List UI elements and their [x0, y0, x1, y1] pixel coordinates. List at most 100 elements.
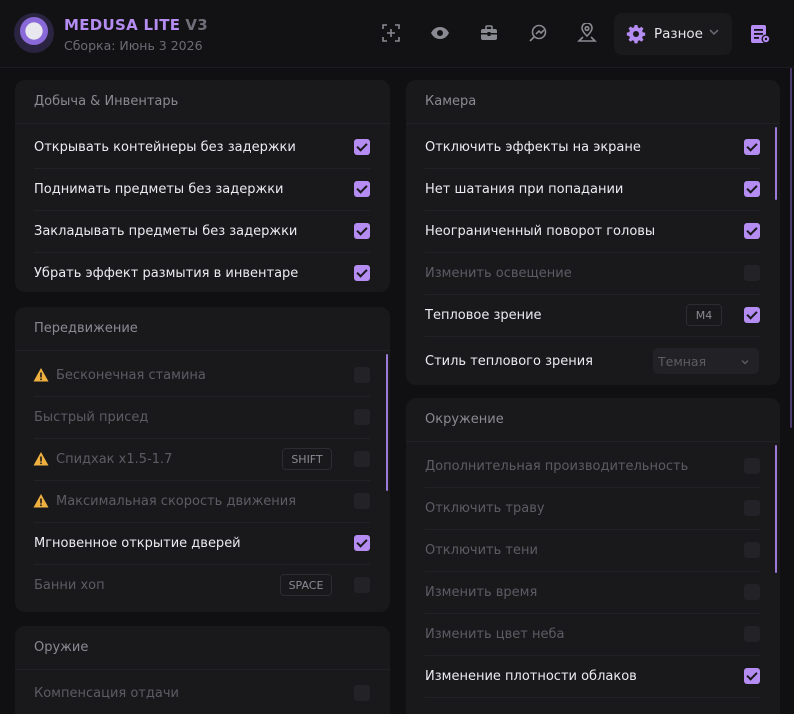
- list-item: Изменение плотности облаков: [406, 655, 780, 697]
- list-item: Бесконечная стамина: [15, 354, 390, 396]
- toolbox-icon[interactable]: [477, 21, 501, 45]
- option-label: Закладывать предметы без задержки: [34, 223, 298, 239]
- panel-scrollbar[interactable]: [775, 445, 777, 573]
- select-value: Темная: [658, 353, 707, 369]
- app-version: V3: [185, 16, 209, 34]
- settings-list-icon[interactable]: [748, 22, 772, 46]
- checkbox[interactable]: [744, 139, 760, 155]
- checkbox[interactable]: [354, 223, 370, 239]
- list-item: Мгновенное открытие дверей: [15, 522, 390, 564]
- checkbox[interactable]: [354, 181, 370, 197]
- checkbox[interactable]: [744, 307, 760, 323]
- option-label: Неограниченный поворот головы: [425, 223, 656, 239]
- list-item: Компенсация отдачи: [15, 672, 390, 714]
- radar-icon[interactable]: [526, 21, 550, 45]
- option-label: Нет шатания при попадании: [425, 181, 624, 197]
- option-label: Стиль теплового зрения: [425, 353, 593, 369]
- checkbox[interactable]: [354, 367, 370, 383]
- keybind-button[interactable]: SPACE: [280, 574, 332, 596]
- option-label: Бесконечная стамина: [56, 367, 206, 383]
- checkbox[interactable]: [744, 265, 760, 281]
- option-label: Отключить траву: [425, 500, 545, 516]
- gear-icon: [626, 25, 646, 44]
- list-item: Стиль теплового зрения Темная: [406, 340, 780, 382]
- checkbox[interactable]: [354, 451, 370, 467]
- list-item: Максимальная скорость движения: [15, 480, 390, 522]
- camera-panel-title: Камера: [406, 80, 780, 124]
- build-date: Сборка: Июнь 3 2026: [64, 38, 203, 53]
- checkbox[interactable]: [354, 139, 370, 155]
- app-name: MEDUSA LITE: [64, 16, 181, 34]
- movement-panel: Передвижение Бесконечная стамина Быстрый…: [15, 307, 390, 612]
- list-item: Неограниченный поворот головы: [406, 210, 780, 252]
- option-label: Быстрый присед: [34, 409, 149, 425]
- option-label: Компенсация отдачи: [34, 685, 179, 701]
- option-label: Изменение плотности облаков: [425, 668, 637, 684]
- camera-panel: Камера Отключить эффекты на экране Нет ш…: [406, 80, 780, 385]
- option-label: Спидхак x1.5-1.7: [56, 451, 173, 467]
- checkbox[interactable]: [744, 626, 760, 642]
- weapon-panel-title: Оружие: [15, 626, 390, 670]
- list-item: Нет шатания при попадании: [406, 168, 780, 210]
- list-item: Изменить цвет неба: [406, 613, 780, 655]
- misc-dropdown[interactable]: Разное: [614, 13, 732, 55]
- checkbox[interactable]: [744, 500, 760, 516]
- option-label: Максимальная скорость движения: [56, 493, 297, 509]
- checkbox[interactable]: [354, 535, 370, 551]
- option-label: Тепловое зрение: [425, 307, 542, 323]
- panel-scrollbar[interactable]: [775, 127, 777, 200]
- crosshair-icon[interactable]: [379, 21, 403, 45]
- option-label: Поднимать предметы без задержки: [34, 181, 284, 197]
- thermal-style-select[interactable]: Темная: [653, 348, 759, 374]
- divider: [425, 336, 760, 337]
- chevron-down-icon: [741, 360, 749, 365]
- list-item: Закладывать предметы без задержки: [15, 210, 390, 252]
- checkbox[interactable]: [354, 577, 370, 593]
- app-title: MEDUSA LITE V3: [64, 16, 208, 34]
- checkbox[interactable]: [354, 409, 370, 425]
- option-label: Банни хоп: [34, 577, 105, 593]
- eye-icon[interactable]: [428, 21, 452, 45]
- list-item: Быстрый присед: [15, 396, 390, 438]
- checkbox[interactable]: [744, 458, 760, 474]
- environment-panel-title: Окружение: [406, 398, 780, 442]
- list-item: Дополнительная производительность: [406, 445, 780, 487]
- map-pin-icon[interactable]: [575, 21, 599, 45]
- list-item: Поднимать предметы без задержки: [15, 168, 390, 210]
- list-item: Убрать эффект размытия в инвентаре: [15, 252, 390, 294]
- checkbox[interactable]: [744, 542, 760, 558]
- list-item: Тепловое зрение M4: [406, 294, 780, 336]
- option-label: Изменить время: [425, 584, 538, 600]
- checkbox[interactable]: [744, 223, 760, 239]
- logo: [14, 13, 54, 53]
- option-label: Изменить освещение: [425, 265, 572, 281]
- loot-panel-title: Добыча & Инвентарь: [15, 80, 390, 124]
- list-item: Отключить траву: [406, 487, 780, 529]
- option-label: Мгновенное открытие дверей: [34, 535, 241, 551]
- checkbox[interactable]: [744, 668, 760, 684]
- movement-panel-title: Передвижение: [15, 307, 390, 351]
- list-item: Изменить освещение: [406, 252, 780, 294]
- divider: [425, 697, 760, 698]
- chevron-down-icon: [709, 29, 719, 36]
- option-label: Отключить эффекты на экране: [425, 139, 641, 155]
- list-item: Отключить эффекты на экране: [406, 126, 780, 168]
- panel-scrollbar[interactable]: [386, 354, 388, 491]
- checkbox[interactable]: [354, 265, 370, 281]
- warning-icon: [33, 368, 49, 382]
- window-scrollbar[interactable]: [790, 68, 792, 428]
- environment-panel: Окружение Дополнительная производительно…: [406, 398, 780, 714]
- option-label: Открывать контейнеры без задержки: [34, 139, 296, 155]
- checkbox[interactable]: [354, 493, 370, 509]
- keybind-button[interactable]: M4: [686, 304, 722, 326]
- warning-icon: [33, 452, 49, 466]
- option-label: Убрать эффект размытия в инвентаре: [34, 265, 299, 281]
- checkbox[interactable]: [744, 181, 760, 197]
- list-item: Изменить время: [406, 571, 780, 613]
- checkbox[interactable]: [354, 685, 370, 701]
- header: MEDUSA LITE V3 Сборка: Июнь 3 2026 Разное: [0, 0, 794, 68]
- checkbox[interactable]: [744, 584, 760, 600]
- list-item: Открывать контейнеры без задержки: [15, 126, 390, 168]
- keybind-button[interactable]: SHIFT: [282, 448, 332, 470]
- option-label: Дополнительная производительность: [425, 458, 689, 474]
